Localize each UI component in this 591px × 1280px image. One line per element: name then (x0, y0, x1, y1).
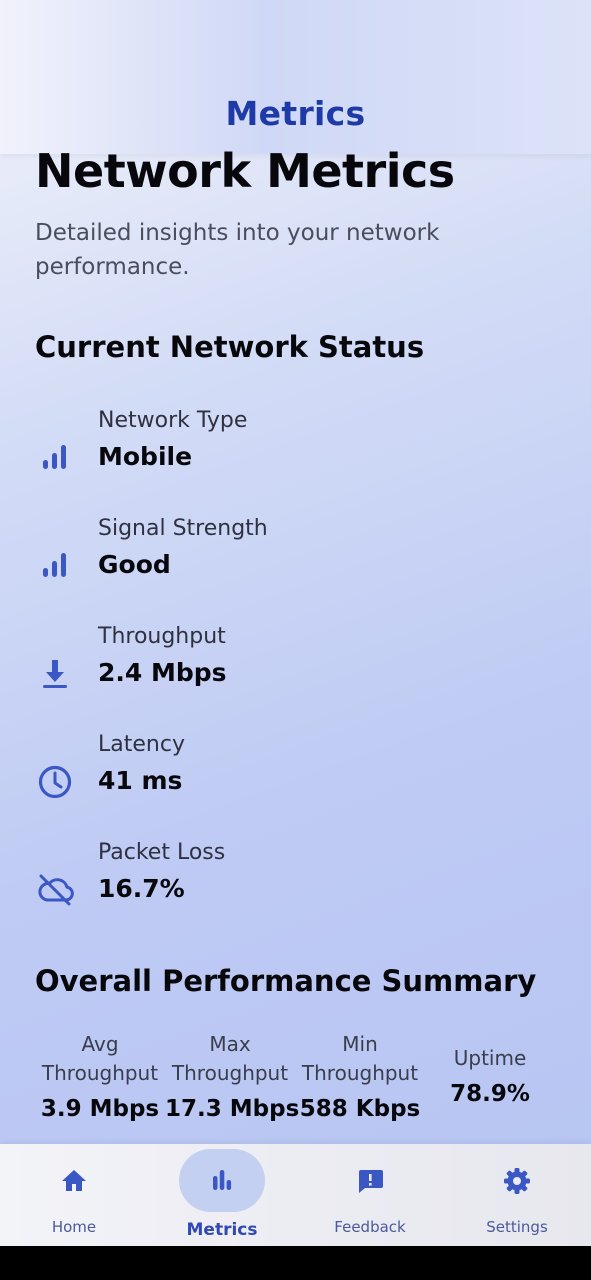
summary-label: Max (209, 1032, 251, 1056)
stat-packet-loss: Packet Loss 16.7% (35, 840, 555, 930)
stat-label: Network Type (98, 408, 248, 433)
nav-item-settings[interactable]: Settings (443, 1144, 591, 1246)
bar-chart-icon (213, 1170, 232, 1190)
bottom-navigation: Home Metrics Feedback Settings (0, 1144, 591, 1246)
stat-throughput: Throughput 2.4 Mbps (35, 624, 555, 714)
summary-value: 78.9% (450, 1081, 530, 1107)
system-navigation-bar (0, 1246, 591, 1280)
clock-icon (38, 765, 72, 799)
stat-value: 2.4 Mbps (98, 658, 227, 687)
summary-label: Min (342, 1032, 378, 1056)
page-title: Network Metrics (35, 144, 455, 198)
stat-value: 41 ms (98, 766, 183, 795)
summary-value: 3.9 Mbps (40, 1096, 160, 1122)
summary-label: Uptime (453, 1046, 527, 1070)
summary-label: Avg (81, 1032, 119, 1056)
performance-summary: Avg Throughput 3.9 Mbps Max Throughput 1… (35, 1030, 555, 1130)
stat-value: Good (98, 550, 171, 579)
summary-heading: Overall Performance Summary (35, 964, 537, 998)
home-icon (62, 1170, 86, 1191)
stat-label: Latency (98, 732, 185, 757)
summary-label: Throughput (171, 1061, 289, 1085)
summary-label: Throughput (301, 1061, 419, 1085)
nav-item-feedback[interactable]: Feedback (296, 1144, 444, 1246)
summary-value: 17.3 Mbps (165, 1096, 300, 1122)
page-subtitle: Detailed insights into your network perf… (35, 220, 440, 280)
summary-label: Throughput (41, 1061, 159, 1085)
cloud-off-icon (38, 874, 74, 906)
stat-network-type: Network Type Mobile (35, 408, 555, 498)
nav-item-metrics[interactable]: Metrics (148, 1144, 296, 1246)
gear-icon (504, 1168, 530, 1194)
nav-label: Settings (486, 1218, 548, 1236)
nav-label: Metrics (186, 1220, 258, 1240)
summary-avg-throughput: Avg Throughput 3.9 Mbps (35, 1030, 165, 1122)
stat-label: Packet Loss (98, 840, 226, 865)
nav-label: Home (51, 1218, 97, 1236)
signal-bars-icon (43, 445, 66, 469)
feedback-icon (359, 1170, 383, 1193)
stat-label: Signal Strength (98, 516, 268, 541)
app-bar-title: Metrics (225, 94, 366, 133)
nav-item-home[interactable]: Home (0, 1144, 148, 1246)
summary-uptime: Uptime 78.9% (425, 1044, 555, 1107)
nav-label: Feedback (334, 1218, 406, 1236)
top-app-bar: Metrics (0, 0, 591, 154)
signal-bars-icon (43, 553, 66, 577)
current-status-heading: Current Network Status (35, 330, 425, 364)
stat-value: 16.7% (98, 874, 185, 903)
summary-max-throughput: Max Throughput 17.3 Mbps (165, 1030, 300, 1122)
download-icon (43, 660, 67, 688)
stat-value: Mobile (98, 442, 193, 471)
stat-signal-strength: Signal Strength Good (35, 516, 555, 606)
summary-value: 588 Kbps (299, 1096, 421, 1122)
stat-latency: Latency 41 ms (35, 732, 555, 822)
summary-min-throughput: Min Throughput 588 Kbps (295, 1030, 425, 1122)
stat-label: Throughput (98, 624, 226, 649)
